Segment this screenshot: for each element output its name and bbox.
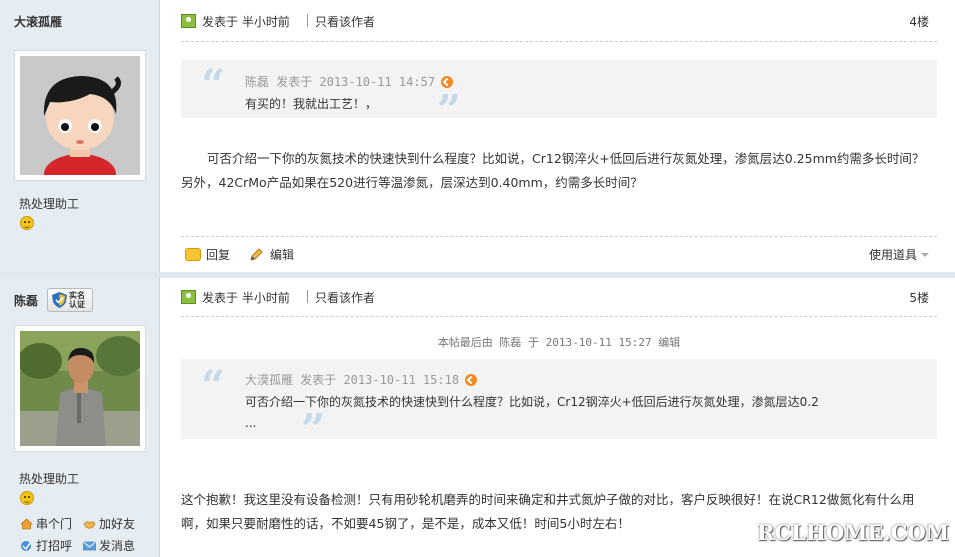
quote-ellipsis: ...: [245, 416, 257, 430]
pencil-icon: [250, 248, 263, 261]
user-group-title: 热处理助工: [19, 472, 80, 486]
add-friend-link[interactable]: 加好友: [83, 515, 135, 532]
quote-author-time: 陈磊 发表于 2013-10-11 14:57: [245, 75, 436, 89]
quote-block: “ 大漠孤雁 发表于 2013-10-11 15:18 可否介绍一下你的灰氮技术…: [181, 359, 937, 451]
avatar[interactable]: [14, 325, 146, 452]
reply-label: 回复: [206, 248, 231, 262]
reply-icon: [185, 248, 201, 261]
quote-meta: 大漠孤雁 发表于 2013-10-11 15:18: [245, 371, 478, 388]
envelope-icon: [83, 541, 96, 551]
smiley-icon: [20, 216, 34, 230]
use-tools-label: 使用道具: [868, 248, 917, 262]
post-time: 发表于 半小时前: [202, 15, 290, 29]
shield-icon: [52, 292, 67, 308]
open-quote-icon: “: [201, 361, 226, 410]
cartoon-avatar-image: [20, 56, 140, 194]
online-status-icon: [181, 290, 196, 304]
close-quote-icon: ”: [301, 405, 326, 454]
online-status-icon: [181, 14, 196, 28]
handshake-icon: [83, 521, 96, 529]
author-name[interactable]: 陈磊: [14, 292, 38, 309]
quote-text: 可否介绍一下你的灰氮技术的快速快到什么程度？比如说，Cr12钢淬火+低回后进行灰…: [245, 395, 819, 409]
post-floor-4: 大滚孤雁 热处理助工 发表于 半小时前 只看该作者 4楼 “ 陈磊 发表于 20…: [0, 0, 955, 272]
greet-icon: [21, 541, 31, 551]
verified-badge[interactable]: 实名 认证: [47, 288, 93, 312]
quote-author-time: 大漠孤雁 发表于 2013-10-11 15:18: [245, 373, 460, 387]
greet-link[interactable]: 打招呼: [20, 537, 72, 554]
post-content: 发表于 半小时前 只看该作者 4楼 “ 陈磊 发表于 2013-10-11 14…: [181, 0, 937, 272]
only-author-link[interactable]: 只看该作者: [315, 289, 375, 306]
divider: [181, 236, 937, 237]
use-tools-menu[interactable]: 使用道具: [869, 246, 929, 263]
post-content: 发表于 半小时前 只看该作者 5楼 本帖最后由 陈磊 于 2013-10-11 …: [181, 278, 937, 557]
meta-divider: [307, 14, 308, 27]
only-author-link[interactable]: 只看该作者: [315, 13, 375, 30]
user-group-title: 热处理助工: [19, 197, 80, 211]
post-meta: 发表于 半小时前 只看该作者 4楼: [181, 13, 937, 29]
chevron-down-icon: [921, 253, 929, 257]
send-message-link[interactable]: 发消息: [83, 537, 135, 554]
floor-number[interactable]: 4楼: [909, 13, 929, 30]
open-quote-icon: “: [201, 60, 226, 109]
divider: [181, 41, 937, 42]
visit-link[interactable]: 串个门: [20, 515, 72, 532]
author-name[interactable]: 大滚孤雁: [14, 13, 62, 30]
close-quote-icon: ”: [437, 86, 462, 135]
badge-line-1: 实名: [69, 291, 85, 300]
post-floor-5: 陈磊 实名 认证 热处理助工 串个门 加好友 打招呼 发消息 发表于 半小时前 …: [0, 278, 955, 557]
quote-meta: 陈磊 发表于 2013-10-11 14:57: [245, 73, 454, 90]
quote-text: 有买的！我就出工艺！，: [245, 97, 378, 111]
edited-note: 本帖最后由 陈磊 于 2013-10-11 15:27 编辑: [437, 336, 681, 349]
smiley-icon: [20, 491, 34, 505]
badge-text: 实名 认证: [69, 291, 85, 309]
badge-line-2: 认证: [69, 300, 85, 309]
edit-label: 编辑: [270, 248, 295, 262]
post-body: 可否介绍一下你的灰氮技术的快速快到什么程度？比如说，Cr12钢淬火+低回后进行灰…: [181, 151, 925, 190]
floor-number[interactable]: 5楼: [909, 289, 929, 306]
quote-block: “ 陈磊 发表于 2013-10-11 14:57 有买的！我就出工艺！， ”: [181, 60, 937, 132]
home-icon: [20, 518, 33, 530]
meta-divider: [307, 290, 308, 303]
post-meta: 发表于 半小时前 只看该作者 5楼: [181, 289, 937, 305]
divider: [181, 316, 937, 317]
author-sidebar: 陈磊 实名 认证 热处理助工 串个门 加好友 打招呼 发消息: [0, 278, 160, 557]
post-time: 发表于 半小时前: [202, 291, 290, 305]
site-watermark: RCLHOME.COM: [757, 520, 949, 545]
author-sidebar: 大滚孤雁 热处理助工: [0, 0, 160, 272]
photo-avatar-image: [18, 331, 144, 446]
avatar[interactable]: [14, 50, 146, 194]
back-to-post-icon[interactable]: [465, 374, 478, 386]
